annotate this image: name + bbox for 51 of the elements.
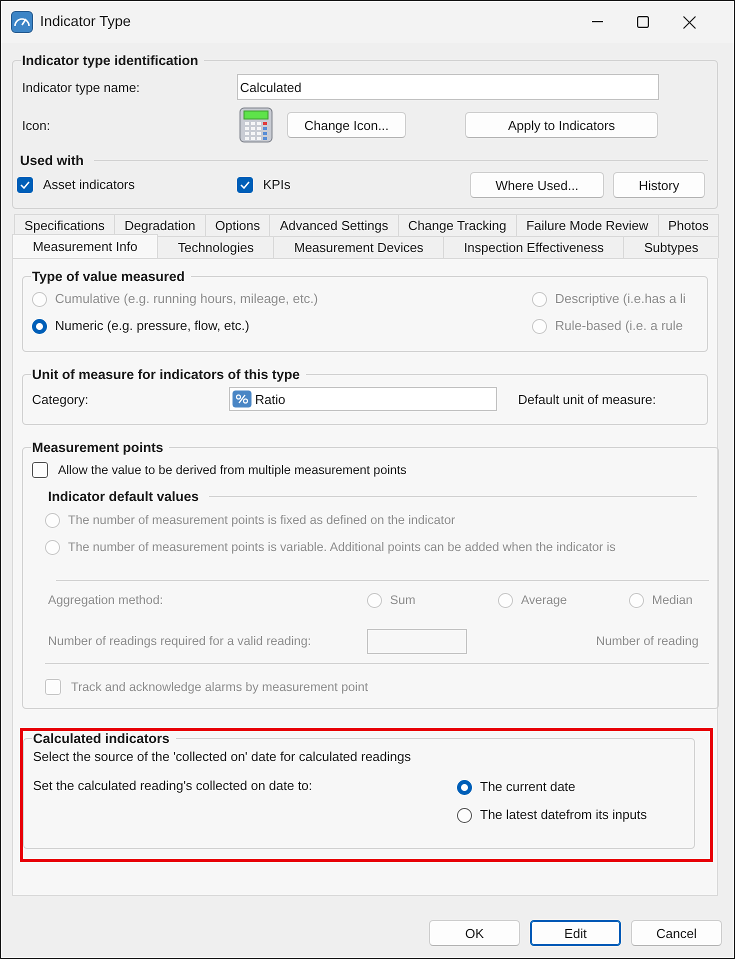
tab[interactable]: Photos	[658, 214, 720, 236]
radio-option[interactable]: The current date	[457, 778, 576, 796]
minimize-icon[interactable]	[592, 21, 602, 23]
dialog-button[interactable]: OK	[429, 920, 520, 946]
checkbox[interactable]: Asset indicators	[17, 176, 135, 194]
maximize-icon[interactable]	[637, 16, 649, 28]
section-heading: Used with	[20, 152, 84, 168]
dialog-button[interactable]: Cancel	[631, 920, 722, 946]
radio-option[interactable]: Numeric (e.g. pressure, flow, etc.)	[32, 317, 250, 335]
tab[interactable]: Change Tracking	[398, 214, 517, 236]
field-label: Number of readings required for a valid reading:	[48, 634, 312, 648]
group-title: Indicator type identification	[21, 53, 200, 68]
tab[interactable]: Specifications	[14, 214, 116, 236]
section-heading: Indicator default values	[48, 488, 199, 504]
group-title: Measurement points	[31, 440, 164, 455]
tab[interactable]: Inspection Effectiveness	[443, 236, 624, 258]
field-label: Icon:	[22, 118, 52, 132]
tab[interactable]: Subtypes	[623, 236, 720, 258]
change-icon-button[interactable]: Change Icon...	[287, 112, 406, 138]
apply-button[interactable]: Apply to Indicators	[465, 112, 658, 138]
tab[interactable]: Measurement Info	[12, 234, 158, 258]
tab[interactable]: Advanced Settings	[269, 214, 399, 236]
field-label: Number of reading	[596, 634, 699, 648]
tab[interactable]: Technologies	[157, 236, 274, 258]
category-field[interactable]: Ratio	[229, 387, 497, 411]
checkmark-icon	[240, 181, 250, 189]
field-label: Set the calculated reading's collected on date to:	[33, 778, 314, 793]
description-text: Select the source of the 'collected on' date for calculated readings	[33, 749, 412, 764]
checkmark-icon	[20, 181, 30, 189]
checkbox[interactable]: KPIs	[237, 176, 290, 194]
category-value: Ratio	[255, 392, 286, 406]
group-title: Unit of measure for indicators of this type	[31, 367, 301, 382]
radio-option[interactable]: The latest datefrom its inputs	[457, 806, 647, 824]
tab[interactable]: Degradation	[114, 214, 206, 236]
tab[interactable]: Options	[204, 214, 270, 236]
group-title: Calculated indicators	[32, 731, 171, 746]
field-label: Category:	[32, 392, 90, 406]
name-field[interactable]: Calculated	[237, 74, 659, 100]
dialog-button[interactable]: Edit	[530, 920, 621, 946]
field-label: Indicator type name:	[22, 80, 141, 94]
calculator-icon	[239, 107, 273, 143]
group-title: Type of value measured	[31, 269, 186, 284]
window-title: Indicator Type	[40, 14, 132, 30]
percent-icon	[232, 390, 252, 408]
field-label: Aggregation method:	[48, 593, 164, 607]
checkbox[interactable]: Allow the value to be derived from multiple measurement points	[32, 461, 406, 479]
where-used-button[interactable]: Where Used...	[470, 172, 604, 198]
close-icon[interactable]	[682, 16, 696, 28]
gauge-icon	[11, 11, 33, 33]
history-button[interactable]: History	[613, 172, 705, 198]
field-label: Default unit of measure:	[518, 392, 656, 406]
